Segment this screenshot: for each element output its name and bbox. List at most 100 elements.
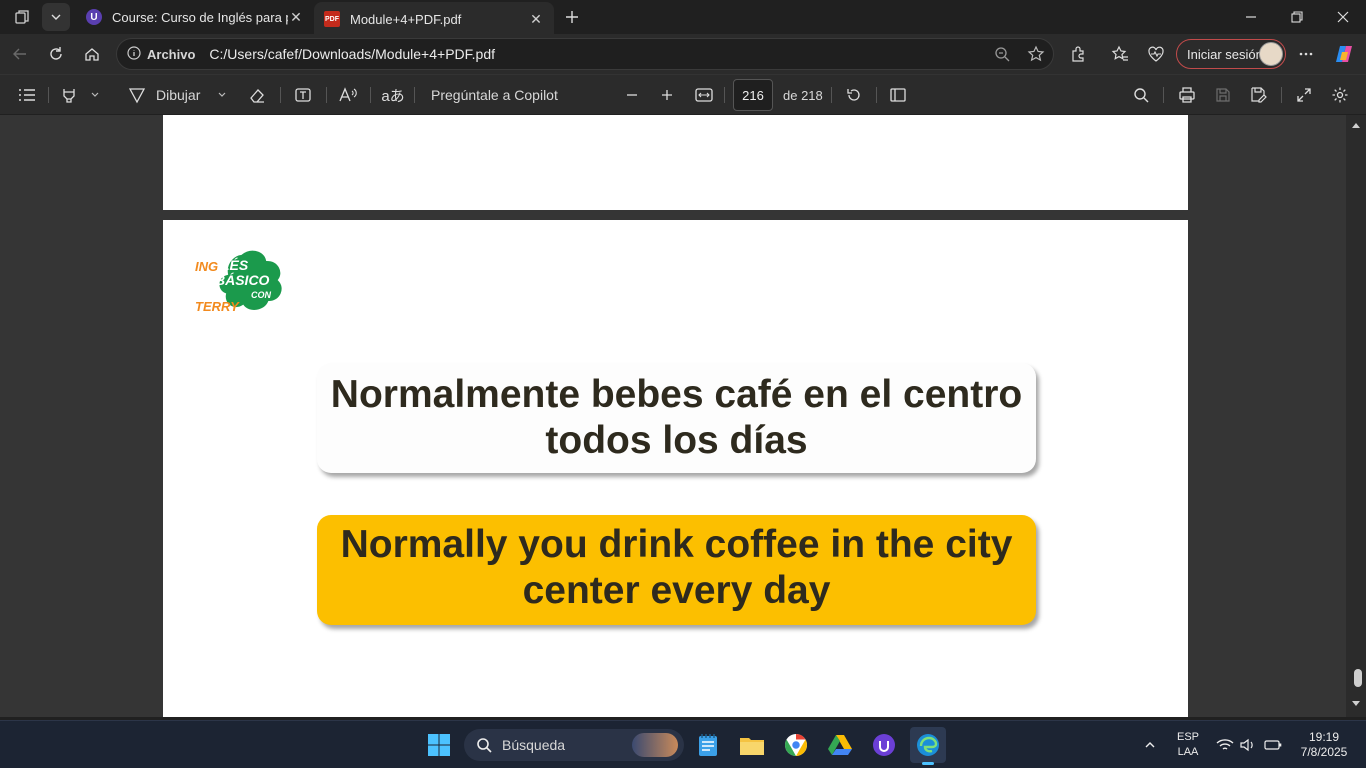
home-icon[interactable] bbox=[74, 36, 110, 72]
new-tab-icon[interactable] bbox=[558, 3, 586, 31]
extensions-icon[interactable] bbox=[1061, 36, 1097, 72]
back-icon[interactable] bbox=[2, 36, 38, 72]
ask-copilot-label: Pregúntale a Copilot bbox=[431, 87, 558, 103]
favorites-icon[interactable] bbox=[1102, 36, 1138, 72]
clock[interactable]: 19:19 7/8/2025 bbox=[1292, 730, 1356, 760]
tab-actions-chevron-icon[interactable] bbox=[42, 3, 70, 31]
battery-icon[interactable] bbox=[1261, 727, 1285, 763]
signin-button[interactable]: Iniciar sesión bbox=[1176, 39, 1286, 69]
minimize-icon[interactable] bbox=[1228, 0, 1274, 34]
zoom-in-icon[interactable] bbox=[657, 83, 677, 107]
microsoft-edge-icon[interactable] bbox=[910, 727, 946, 765]
highlight-icon[interactable] bbox=[58, 83, 80, 107]
chevron-down-icon[interactable] bbox=[86, 83, 104, 107]
workspaces-icon[interactable] bbox=[8, 3, 36, 31]
close-tab-icon[interactable]: ✕ bbox=[528, 11, 544, 28]
clock-time: 19:19 bbox=[1308, 730, 1340, 744]
pdf-viewer[interactable]: ING LÉS BÁSICO CON TERRY Normalmente beb… bbox=[0, 115, 1366, 717]
clock-date: 7/8/2025 bbox=[1300, 745, 1348, 759]
ingles-basico-con-terry-logo: ING LÉS BÁSICO CON TERRY bbox=[193, 246, 288, 316]
url-text: C:/Users/cafef/Downloads/Module+4+PDF.pd… bbox=[209, 46, 495, 62]
refresh-icon[interactable] bbox=[38, 36, 74, 72]
rotate-icon[interactable] bbox=[843, 83, 865, 107]
address-bar-row: Archivo C:/Users/cafef/Downloads/Module+… bbox=[0, 34, 1366, 74]
scroll-down-arrow-icon[interactable] bbox=[1351, 700, 1361, 708]
page-view-icon[interactable] bbox=[887, 83, 909, 107]
signin-label: Iniciar sesión bbox=[1187, 46, 1263, 62]
svg-text:BÁSICO: BÁSICO bbox=[215, 272, 270, 288]
volume-icon[interactable] bbox=[1236, 727, 1260, 763]
english-sentence-card: Normally you drink coffee in the city ce… bbox=[317, 515, 1036, 625]
settings-gear-icon[interactable] bbox=[1329, 83, 1351, 107]
google-drive-icon[interactable] bbox=[822, 727, 858, 763]
pdf-icon: PDF bbox=[324, 11, 340, 27]
windows-start-icon[interactable] bbox=[421, 727, 457, 763]
chevron-down-icon[interactable] bbox=[213, 83, 231, 107]
input-language-indicator[interactable]: ESP LAA bbox=[1172, 730, 1204, 760]
zoom-out-icon[interactable] bbox=[994, 46, 1010, 65]
language-code: ESP bbox=[1176, 731, 1199, 743]
tab-title: Module+4+PDF.pdf bbox=[350, 11, 462, 27]
keyboard-layout-code: LAA bbox=[1177, 746, 1199, 758]
draw-label: Dibujar bbox=[156, 87, 201, 103]
close-tab-icon[interactable]: ✕ bbox=[288, 9, 304, 26]
print-icon[interactable] bbox=[1176, 83, 1198, 107]
taskbar-search[interactable]: Búsqueda bbox=[464, 729, 684, 761]
zoom-out-icon[interactable] bbox=[622, 83, 642, 107]
save-icon[interactable] bbox=[1212, 83, 1234, 107]
fit-width-icon[interactable] bbox=[693, 83, 715, 107]
pdf-toolbar: Dibujar aあ Pregúntale a Copilot 216 de 2… bbox=[0, 74, 1366, 114]
google-chrome-icon[interactable] bbox=[778, 727, 814, 763]
vertical-scrollbar[interactable] bbox=[1346, 115, 1366, 717]
tab-course[interactable]: U Course: Curso de Inglés para prin ✕ bbox=[76, 0, 314, 34]
wifi-icon[interactable] bbox=[1212, 727, 1238, 763]
fullscreen-icon[interactable] bbox=[1293, 83, 1315, 107]
draw-icon[interactable] bbox=[126, 83, 148, 107]
text-box-icon[interactable] bbox=[292, 83, 314, 107]
scrollbar-thumb[interactable] bbox=[1354, 669, 1362, 687]
copilot-icon[interactable] bbox=[1326, 36, 1362, 72]
show-hidden-icons-chevron-icon[interactable] bbox=[1138, 727, 1162, 763]
spanish-sentence-card: Normalmente bebes café en el centro todo… bbox=[317, 363, 1036, 473]
browser-essentials-icon[interactable] bbox=[1138, 36, 1174, 72]
avatar bbox=[1259, 42, 1283, 66]
search-highlight-image bbox=[632, 733, 678, 757]
scroll-up-arrow-icon[interactable] bbox=[1351, 121, 1361, 129]
english-sentence-line-1: Normally you drink coffee in the city bbox=[340, 523, 1013, 566]
svg-text:CON: CON bbox=[251, 290, 272, 300]
file-explorer-icon[interactable] bbox=[734, 727, 770, 763]
tab-strip: U Course: Curso de Inglés para prin ✕ PD… bbox=[0, 0, 1366, 36]
translate-icon[interactable]: aあ bbox=[381, 83, 405, 107]
site-label: Archivo bbox=[147, 46, 196, 62]
draw-button[interactable]: Dibujar bbox=[156, 83, 200, 107]
more-options-icon[interactable] bbox=[1288, 36, 1324, 72]
search-icon[interactable] bbox=[1130, 83, 1152, 107]
eraser-icon[interactable] bbox=[246, 83, 268, 107]
page-number-input[interactable]: 216 bbox=[733, 79, 773, 111]
taskbar: Búsqueda ESP LAA 19:19 7/8/2025 bbox=[0, 720, 1366, 768]
search-icon bbox=[477, 738, 492, 753]
notepad-icon[interactable] bbox=[690, 727, 726, 763]
read-aloud-icon[interactable] bbox=[337, 83, 359, 107]
spanish-sentence-line-2: todos los días bbox=[545, 419, 808, 462]
table-of-contents-icon[interactable] bbox=[16, 83, 38, 107]
restore-icon[interactable] bbox=[1274, 0, 1320, 34]
address-input[interactable]: Archivo C:/Users/cafef/Downloads/Module+… bbox=[116, 38, 1054, 70]
favorite-star-icon[interactable] bbox=[1027, 45, 1045, 66]
tab-pdf[interactable]: PDF Module+4+PDF.pdf ✕ bbox=[314, 2, 554, 36]
info-icon[interactable] bbox=[127, 45, 141, 63]
pdf-page-current: ING LÉS BÁSICO CON TERRY Normalmente beb… bbox=[163, 220, 1188, 717]
active-app-indicator bbox=[922, 762, 934, 765]
close-window-icon[interactable] bbox=[1320, 0, 1366, 34]
udemy-icon[interactable] bbox=[866, 727, 902, 763]
svg-text:LÉS: LÉS bbox=[221, 257, 249, 273]
search-placeholder: Búsqueda bbox=[502, 737, 566, 753]
save-as-icon[interactable] bbox=[1248, 83, 1270, 107]
spanish-sentence-line-1: Normalmente bebes café en el centro bbox=[330, 373, 1023, 416]
english-sentence-line-2: center every day bbox=[522, 569, 831, 612]
page-total-label: de 218 bbox=[783, 87, 823, 103]
tab-title: Course: Curso de Inglés para prin bbox=[112, 9, 288, 25]
pdf-page-previous bbox=[163, 115, 1188, 210]
page-total: de 218 bbox=[783, 83, 823, 107]
ask-copilot-button[interactable]: Pregúntale a Copilot bbox=[431, 83, 558, 107]
